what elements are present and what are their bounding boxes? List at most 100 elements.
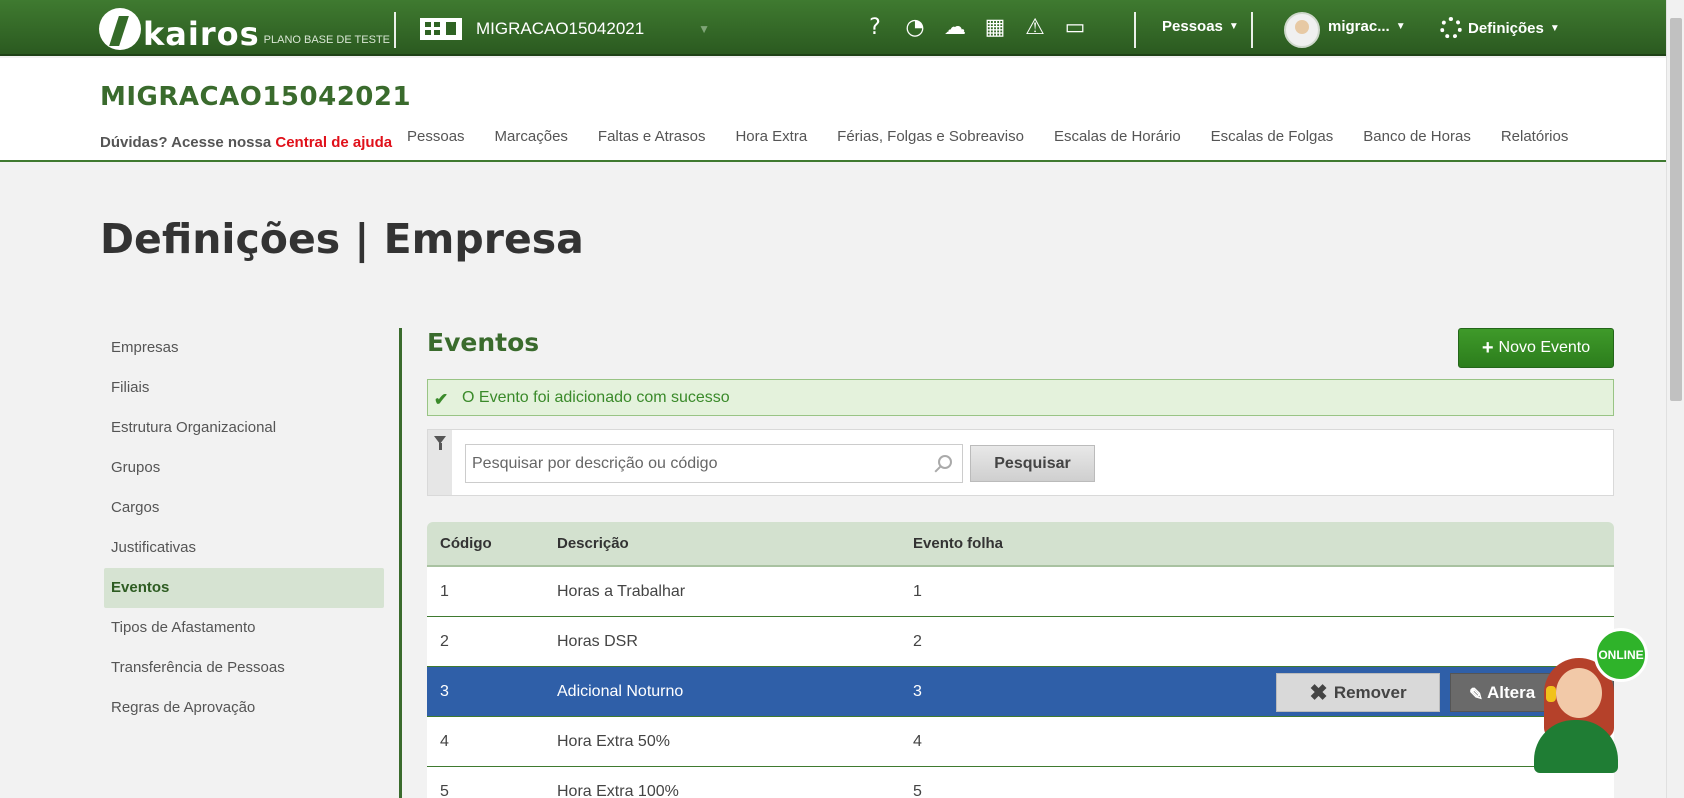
- chevron-down-icon: ▼: [698, 22, 710, 36]
- sidebar: Empresas Filiais Estrutura Organizaciona…: [104, 328, 384, 728]
- column-header-descricao[interactable]: Descrição: [557, 535, 629, 552]
- plus-icon: +: [1481, 337, 1494, 359]
- new-event-label: Novo Evento: [1498, 339, 1591, 356]
- column-header-evento-folha[interactable]: Evento folha: [913, 535, 1003, 552]
- cell-descricao: Hora Extra 50%: [557, 732, 670, 750]
- table-row[interactable]: 4 Hora Extra 50% 4: [427, 717, 1614, 767]
- inbox-icon[interactable]: ▭: [1062, 14, 1088, 42]
- divider: [1134, 12, 1136, 48]
- remove-button-label: Remover: [1333, 682, 1407, 702]
- table-row-selected[interactable]: 3 Adicional Noturno 3 ✖ Remover ✎ Altera: [427, 667, 1614, 717]
- top-icons: ? ◔ ☁ ▦ ⚠ ▭: [862, 14, 1088, 42]
- sidebar-item-empresas[interactable]: Empresas: [104, 328, 384, 368]
- divider: [1251, 12, 1253, 48]
- plan-label: PLANO BASE DE TESTE: [263, 34, 390, 46]
- settings-menu-label: Definições: [1468, 19, 1544, 37]
- remove-button[interactable]: ✖ Remover: [1276, 673, 1440, 712]
- cloud-upload-icon[interactable]: ☁: [942, 14, 968, 42]
- close-icon: ✖: [1309, 679, 1328, 705]
- help-prefix: Dúvidas? Acesse nossa: [100, 134, 272, 151]
- search-button[interactable]: Pesquisar: [970, 445, 1095, 482]
- new-event-button[interactable]: + Novo Evento: [1458, 328, 1614, 368]
- nav-faltas-atrasos[interactable]: Faltas e Atrasos: [598, 128, 706, 145]
- cell-evento-folha: 1: [913, 582, 922, 600]
- cell-descricao: Adicional Noturno: [557, 682, 684, 700]
- pencil-icon: ✎: [1469, 685, 1484, 704]
- sidebar-item-justificativas[interactable]: Justificativas: [104, 528, 384, 568]
- cell-evento-folha: 4: [913, 732, 922, 750]
- column-header-codigo[interactable]: Código: [440, 535, 492, 552]
- nav-marcacoes[interactable]: Marcações: [495, 128, 568, 145]
- logo-mark-icon: [99, 8, 141, 50]
- top-bar: kairos PLANO BASE DE TESTE MIGRACAO15042…: [0, 0, 1666, 56]
- filter-toggle[interactable]: [428, 430, 452, 495]
- cell-descricao: Hora Extra 100%: [557, 782, 679, 798]
- cell-codigo: 1: [440, 582, 449, 600]
- scroll-thumb[interactable]: [1670, 18, 1682, 401]
- company-icon: [420, 18, 462, 40]
- people-menu[interactable]: Pessoas ▼: [1162, 18, 1239, 35]
- nav-escalas-horario[interactable]: Escalas de Horário: [1054, 128, 1181, 145]
- sidebar-item-tipos-afastamento[interactable]: Tipos de Afastamento: [104, 608, 384, 648]
- search-box: [465, 444, 963, 483]
- cell-evento-folha: 3: [913, 682, 922, 700]
- people-menu-label: Pessoas: [1162, 18, 1223, 35]
- kairos-logo[interactable]: kairos PLANO BASE DE TESTE: [99, 6, 390, 50]
- nav-pessoas[interactable]: Pessoas: [407, 128, 465, 145]
- nav-escalas-folgas[interactable]: Escalas de Folgas: [1211, 128, 1334, 145]
- nav-ferias-folgas[interactable]: Férias, Folgas e Sobreaviso: [837, 128, 1024, 145]
- user-menu[interactable]: migrac... ▼: [1328, 18, 1406, 35]
- sidebar-item-regras-aprovacao[interactable]: Regras de Aprovação: [104, 688, 384, 728]
- scrollbar[interactable]: [1666, 0, 1684, 798]
- user-menu-label: migrac...: [1328, 18, 1390, 35]
- agent-face: [1556, 668, 1602, 718]
- chevron-down-icon: ▼: [1395, 21, 1406, 32]
- success-alert-text: O Evento foi adicionado com sucesso: [462, 388, 730, 406]
- nav-banco-horas[interactable]: Banco de Horas: [1363, 128, 1471, 145]
- events-table: Código Descrição Evento folha 1 Horas a …: [427, 522, 1614, 798]
- sidebar-item-filiais[interactable]: Filiais: [104, 368, 384, 408]
- sidebar-item-grupos[interactable]: Grupos: [104, 448, 384, 488]
- gear-icon: [1440, 17, 1462, 39]
- nav-relatorios[interactable]: Relatórios: [1501, 128, 1569, 145]
- chevron-down-icon: ▼: [1549, 22, 1560, 34]
- divider: [394, 12, 396, 48]
- cell-descricao: Horas DSR: [557, 632, 638, 650]
- search-input[interactable]: [466, 445, 906, 482]
- calculator-icon[interactable]: ▦: [982, 14, 1008, 42]
- dashboard-icon[interactable]: ◔: [902, 14, 928, 42]
- success-alert: ✔ O Evento foi adicionado com sucesso: [427, 379, 1614, 416]
- help-icon[interactable]: ?: [862, 14, 888, 42]
- edit-button-label: Altera: [1487, 682, 1536, 702]
- warning-icon[interactable]: ⚠: [1022, 14, 1048, 42]
- table-row[interactable]: 5 Hora Extra 100% 5: [427, 767, 1614, 798]
- avatar[interactable]: [1284, 12, 1320, 48]
- section-title: Eventos: [427, 328, 540, 357]
- sidebar-item-cargos[interactable]: Cargos: [104, 488, 384, 528]
- company-selector-label: MIGRACAO15042021: [476, 19, 645, 38]
- search-icon[interactable]: [938, 455, 952, 469]
- sidebar-item-eventos[interactable]: Eventos: [104, 568, 384, 608]
- nav-hora-extra[interactable]: Hora Extra: [735, 128, 807, 145]
- filter-icon: [434, 436, 446, 450]
- sidebar-item-estrutura[interactable]: Estrutura Organizacional: [104, 408, 384, 448]
- sidebar-item-transferencia[interactable]: Transferência de Pessoas: [104, 648, 384, 688]
- company-selector[interactable]: MIGRACAO15042021 ▼: [420, 14, 710, 44]
- cell-evento-folha: 2: [913, 632, 922, 650]
- cell-codigo: 2: [440, 632, 449, 650]
- settings-menu[interactable]: Definições ▼: [1440, 17, 1560, 39]
- page-title: Definições | Empresa: [100, 215, 584, 263]
- search-panel: Pesquisar: [427, 429, 1614, 496]
- chevron-down-icon: ▼: [1228, 21, 1239, 32]
- online-badge: ONLINE: [1594, 628, 1648, 682]
- divider: [399, 328, 402, 798]
- cell-codigo: 3: [440, 682, 449, 700]
- check-icon: ✔: [434, 390, 449, 409]
- table-row[interactable]: 1 Horas a Trabalhar 1: [427, 567, 1614, 617]
- cell-codigo: 5: [440, 782, 449, 798]
- help-center-link[interactable]: Central de ajuda: [275, 134, 392, 151]
- online-chat-widget[interactable]: ONLINE: [1530, 628, 1650, 773]
- table-header: Código Descrição Evento folha: [427, 522, 1614, 567]
- table-row[interactable]: 2 Horas DSR 2: [427, 617, 1614, 667]
- cell-evento-folha: 5: [913, 782, 922, 798]
